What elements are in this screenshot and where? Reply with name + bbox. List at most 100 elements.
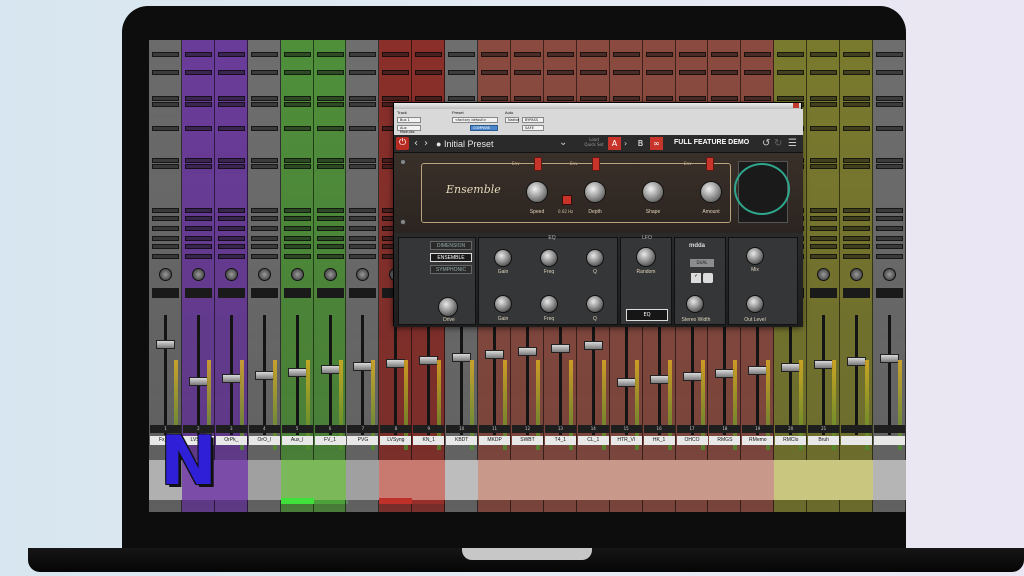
volume-fader[interactable] bbox=[847, 357, 867, 366]
send-slot[interactable] bbox=[875, 208, 903, 213]
send-slot[interactable] bbox=[152, 164, 179, 169]
channel-name[interactable]: HTR_Vl bbox=[610, 436, 642, 445]
send-slot[interactable] bbox=[250, 164, 278, 169]
insert-slot[interactable] bbox=[283, 126, 311, 131]
send-slot[interactable] bbox=[875, 226, 903, 231]
insert-slot[interactable] bbox=[481, 70, 509, 75]
send-slot[interactable] bbox=[184, 244, 212, 249]
send-slot[interactable] bbox=[152, 226, 179, 231]
insert-slot[interactable] bbox=[481, 52, 509, 57]
insert-slot[interactable] bbox=[546, 52, 574, 57]
insert-slot[interactable] bbox=[217, 126, 245, 131]
volume-fader[interactable] bbox=[221, 374, 241, 383]
stereo-width-knob[interactable] bbox=[686, 295, 704, 313]
send-slot[interactable] bbox=[250, 244, 278, 249]
insert-slot[interactable] bbox=[744, 52, 772, 57]
insert-slot[interactable] bbox=[875, 52, 903, 57]
native-button[interactable]: Native bbox=[505, 117, 519, 123]
send-slot[interactable] bbox=[217, 254, 245, 259]
insert-slot[interactable] bbox=[316, 126, 344, 131]
insert-slot[interactable] bbox=[184, 52, 212, 57]
send-slot[interactable] bbox=[316, 158, 344, 163]
bypass-button[interactable]: BYPASS bbox=[522, 117, 544, 123]
send-slot[interactable] bbox=[184, 158, 212, 163]
insert-slot[interactable] bbox=[184, 126, 212, 131]
channel-name[interactable]: RMemo bbox=[742, 436, 774, 445]
compare-button[interactable]: COMPARE bbox=[470, 125, 498, 131]
insert-slot[interactable] bbox=[546, 96, 574, 101]
insert-slot[interactable] bbox=[711, 70, 739, 75]
send-slot[interactable] bbox=[152, 158, 179, 163]
insert-slot[interactable] bbox=[152, 96, 179, 101]
insert-slot[interactable] bbox=[283, 52, 311, 57]
channel-name[interactable]: OHCO bbox=[676, 436, 708, 445]
channel-name[interactable]: RMGS bbox=[709, 436, 741, 445]
ensemble-button[interactable]: ENSEMBLE bbox=[430, 253, 472, 262]
send-slot[interactable] bbox=[250, 254, 278, 259]
pan-knob[interactable] bbox=[191, 268, 205, 281]
pan-knob[interactable] bbox=[257, 268, 271, 281]
insert-slot[interactable] bbox=[316, 96, 344, 101]
volume-fader[interactable] bbox=[485, 350, 505, 359]
insert-slot[interactable] bbox=[612, 70, 640, 75]
insert-slot[interactable] bbox=[349, 126, 377, 131]
send-slot[interactable] bbox=[810, 164, 838, 169]
channel-name[interactable]: T4_1 bbox=[544, 436, 576, 445]
amount-env-slider[interactable] bbox=[706, 157, 714, 171]
insert-slot[interactable] bbox=[875, 102, 903, 107]
send-slot[interactable] bbox=[810, 254, 838, 259]
send-slot[interactable] bbox=[875, 216, 903, 221]
insert-slot[interactable] bbox=[152, 70, 179, 75]
volume-fader[interactable] bbox=[748, 366, 768, 375]
insert-slot[interactable] bbox=[349, 96, 377, 101]
channel-name[interactable]: PVG bbox=[347, 436, 379, 445]
channel-name[interactable]: RMClo bbox=[775, 436, 807, 445]
insert-slot[interactable] bbox=[152, 126, 179, 131]
next-preset-icon[interactable]: › bbox=[424, 138, 428, 150]
insert-slot[interactable] bbox=[810, 70, 838, 75]
insert-slot[interactable] bbox=[777, 70, 805, 75]
volume-fader[interactable] bbox=[254, 371, 274, 380]
insert-slot[interactable] bbox=[415, 96, 443, 101]
insert-slot[interactable] bbox=[250, 70, 278, 75]
send-slot[interactable] bbox=[184, 216, 212, 221]
random-knob[interactable] bbox=[636, 247, 656, 267]
send-slot[interactable] bbox=[875, 254, 903, 259]
insert-slot[interactable] bbox=[843, 70, 871, 75]
send-slot[interactable] bbox=[316, 236, 344, 241]
insert-slot[interactable] bbox=[579, 52, 607, 57]
send-slot[interactable] bbox=[875, 244, 903, 249]
send-slot[interactable] bbox=[250, 236, 278, 241]
insert-slot[interactable] bbox=[316, 52, 344, 57]
send-slot[interactable] bbox=[217, 226, 245, 231]
eq-freq-bottom-knob[interactable] bbox=[540, 295, 558, 313]
amount-knob[interactable] bbox=[700, 181, 722, 203]
symphonic-button[interactable]: SYMPHONIC bbox=[430, 265, 472, 274]
channel-name[interactable]: LVSyng bbox=[380, 436, 412, 445]
insert-slot[interactable] bbox=[415, 70, 443, 75]
insert-slot[interactable] bbox=[283, 70, 311, 75]
undo-icon[interactable]: ↺ bbox=[762, 138, 770, 149]
volume-fader[interactable] bbox=[452, 353, 472, 362]
volume-fader[interactable] bbox=[715, 369, 735, 378]
send-slot[interactable] bbox=[875, 158, 903, 163]
volume-fader[interactable] bbox=[550, 344, 570, 353]
preset-name[interactable]: ● Initial Preset bbox=[436, 138, 493, 150]
insert-slot[interactable] bbox=[513, 70, 541, 75]
volume-fader[interactable] bbox=[188, 377, 208, 386]
channel-name[interactable]: Aux_l bbox=[281, 436, 313, 445]
volume-fader[interactable] bbox=[156, 340, 175, 349]
send-slot[interactable] bbox=[810, 216, 838, 221]
channel-name[interactable]: MKDP bbox=[479, 436, 511, 445]
eq-gain-top-knob[interactable] bbox=[494, 249, 512, 267]
insert-slot[interactable] bbox=[448, 70, 476, 75]
wifi-icon[interactable] bbox=[703, 273, 713, 283]
insert-slot[interactable] bbox=[777, 52, 805, 57]
pan-knob[interactable] bbox=[817, 268, 831, 281]
send-slot[interactable] bbox=[283, 236, 311, 241]
channel-name[interactable] bbox=[873, 436, 905, 445]
send-slot[interactable] bbox=[217, 208, 245, 213]
a-button[interactable]: A bbox=[608, 137, 621, 150]
pan-knob[interactable] bbox=[850, 268, 864, 281]
send-slot[interactable] bbox=[349, 244, 377, 249]
